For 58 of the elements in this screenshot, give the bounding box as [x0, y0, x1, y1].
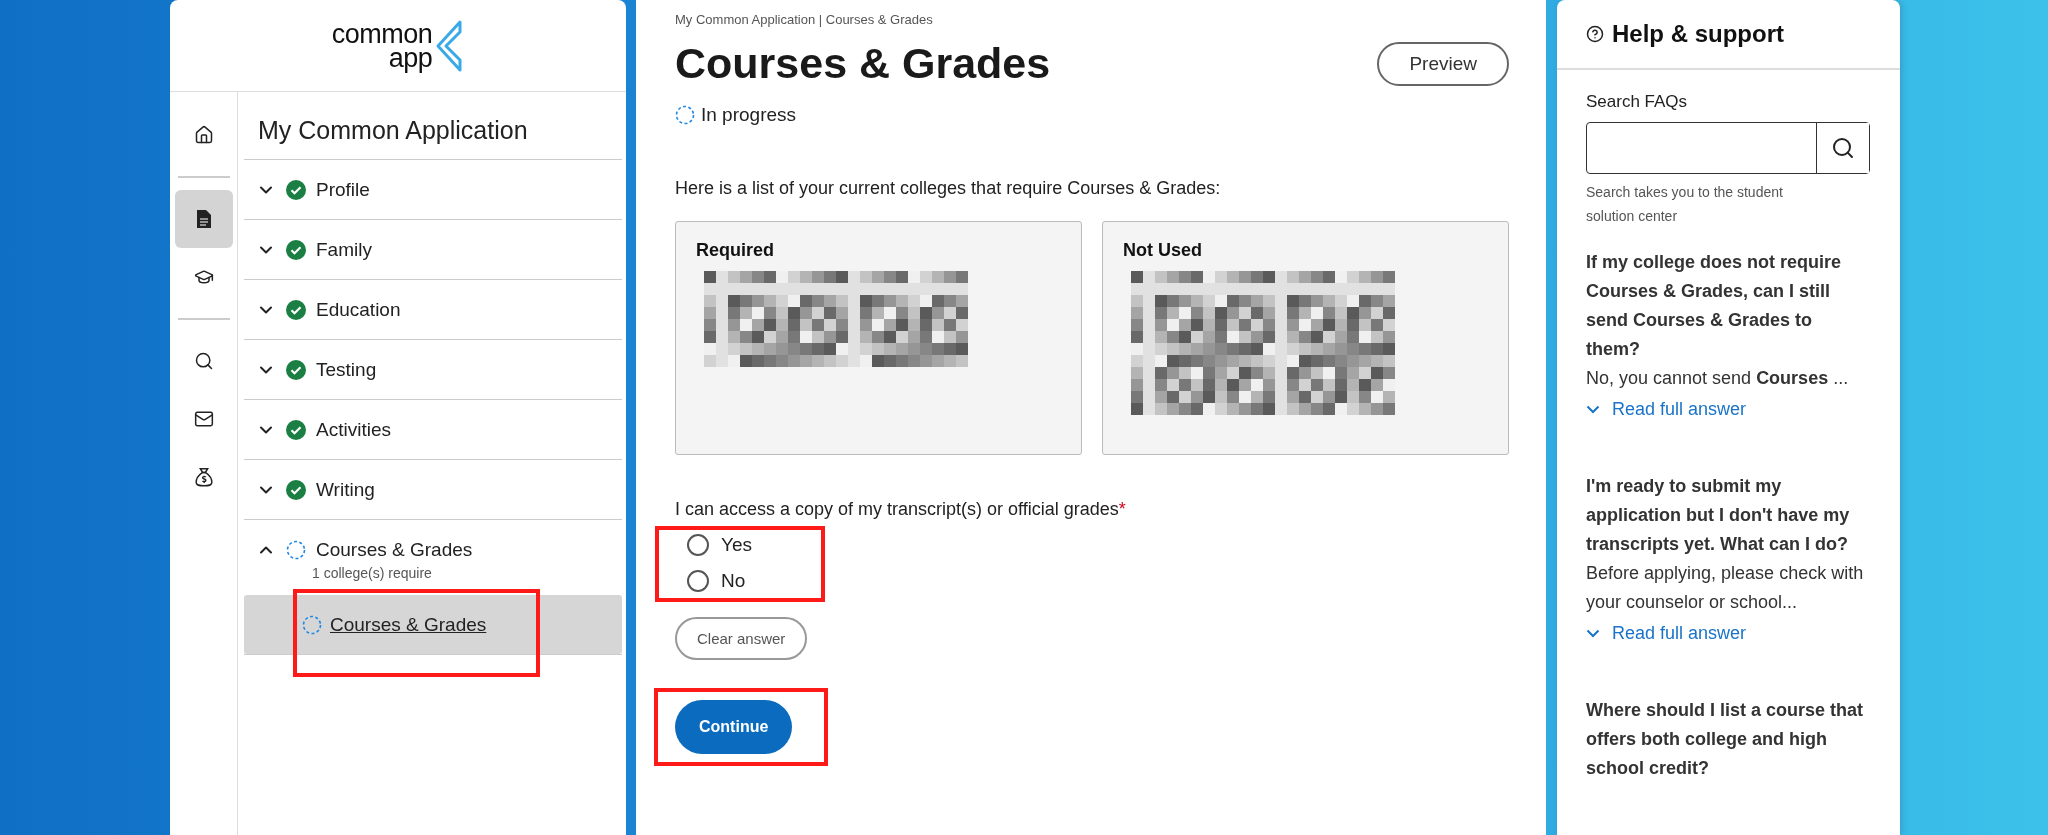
intro-text: Here is a list of your current colleges that require Courses & Grades:: [675, 178, 1222, 199]
document-icon: [195, 209, 212, 229]
read-full-answer-link[interactable]: Read full answer: [1586, 623, 1747, 644]
check-circle-icon: [286, 479, 306, 500]
nav-item[interactable]: Writing: [316, 478, 375, 501]
nav-item[interactable]: Profile: [316, 178, 370, 201]
nav-title: My Common Application: [244, 92, 622, 160]
faq-question: Where should I list a course that offers both college and high school credit?: [1586, 699, 1865, 780]
check-circle-icon: [286, 299, 306, 320]
progress-circle-icon: [286, 539, 306, 560]
search-hint: Search takes you to the student solution center: [1586, 183, 1784, 226]
clear-answer-button[interactable]: Clear answer: [675, 617, 808, 660]
check-circle-icon: [286, 239, 306, 260]
graduation-cap-icon: [193, 267, 214, 287]
nav-item[interactable]: Courses & Grades: [316, 538, 473, 561]
card-heading: Required: [696, 240, 775, 261]
money-bag-icon: [192, 466, 215, 488]
question-label: I can access a copy of my transcript(s) or official grades*: [675, 499, 1127, 520]
radio-label[interactable]: No: [721, 570, 746, 592]
continue-button[interactable]: Continue: [675, 700, 793, 754]
search-field[interactable]: [1586, 122, 1870, 174]
nav-item[interactable]: Activities: [316, 418, 391, 441]
nav-item[interactable]: Family: [316, 238, 372, 261]
home-icon: [193, 125, 214, 145]
check-circle-icon: [286, 419, 306, 440]
chevron-down-icon: [1586, 629, 1600, 638]
chevron-down-icon: [1586, 405, 1600, 414]
required-mark: *: [1118, 499, 1126, 519]
application-button[interactable]: [174, 190, 233, 248]
breadcrumb: My Common Application | Courses & Grades: [675, 12, 934, 27]
preview-button[interactable]: Preview: [1377, 41, 1509, 86]
page-title: Courses & Grades: [675, 39, 1051, 88]
check-circle-icon: [286, 359, 306, 380]
faq-answer: No, you cannot send Courses ...: [1586, 367, 1850, 390]
radio-button[interactable]: [687, 570, 709, 592]
faq-question: If my college does not require Courses & Grades, can I still send Courses & Grades to them?: [1586, 251, 1843, 361]
status-label: In progress: [701, 104, 797, 126]
nav-item[interactable]: Testing: [316, 358, 377, 381]
nav-item[interactable]: Education: [316, 298, 401, 321]
mail-icon: [193, 409, 214, 429]
search-icon: [1831, 136, 1855, 160]
search-label: Search FAQs: [1586, 92, 1689, 112]
radio-label[interactable]: Yes: [721, 534, 752, 556]
progress-circle-icon: [675, 105, 695, 125]
progress-circle-icon: [302, 614, 322, 635]
faq-answer: Before applying, please check with your counselor or school...: [1586, 562, 1865, 614]
card-heading: Not Used: [1123, 240, 1203, 261]
nav-subitem-link[interactable]: Courses & Grades: [330, 613, 487, 636]
nav-subitem[interactable]: Courses & Grades: [244, 595, 622, 654]
search-button[interactable]: [1816, 123, 1869, 173]
search-icon: [193, 351, 214, 371]
help-title: Help & support: [1612, 20, 1784, 48]
help-icon: [1586, 25, 1604, 43]
radio-button[interactable]: [687, 534, 709, 556]
faq-question: I'm ready to submit my application but I don't have my transcripts yet. What can I do?: [1586, 475, 1851, 556]
check-circle-icon: [286, 179, 306, 200]
nav-item-note: 1 college(s) require: [311, 565, 433, 583]
read-full-answer-link[interactable]: Read full answer: [1586, 399, 1747, 420]
